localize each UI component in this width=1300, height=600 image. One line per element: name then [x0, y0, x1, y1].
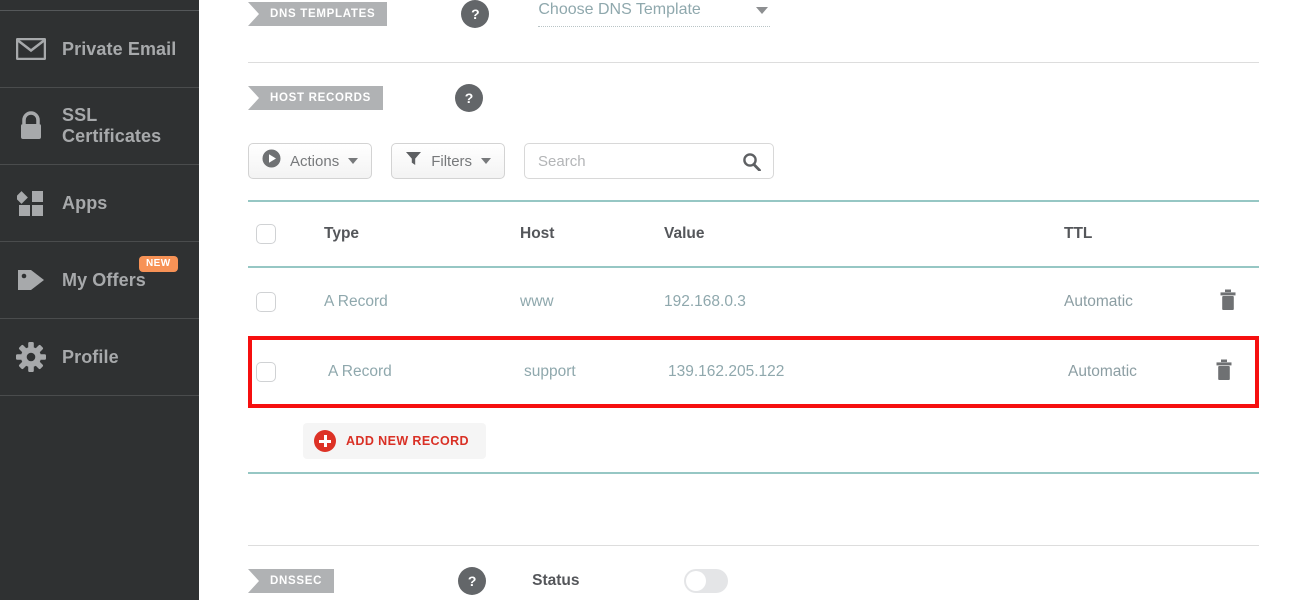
dnssec-help-icon[interactable]: ?: [458, 567, 486, 595]
filters-button-label: Filters: [431, 153, 472, 170]
sidebar-item-profile[interactable]: Profile: [0, 319, 199, 396]
actions-button[interactable]: Actions: [248, 143, 372, 179]
host-records-section: HOST RECORDS ?: [248, 84, 483, 112]
dnssec-label: DNSSEC: [248, 569, 334, 593]
sidebar-item-apps[interactable]: Apps: [0, 165, 199, 242]
column-header-ttl: TTL: [1064, 225, 1197, 243]
row-select-cell: [248, 292, 324, 312]
sidebar-empty-area: [0, 396, 199, 593]
cell-ttl: Automatic: [1064, 293, 1197, 311]
dns-management-page: Private Email SSL Certificates Apps My O…: [0, 0, 1300, 600]
toggle-knob: [686, 571, 706, 591]
dns-templates-label: DNS TEMPLATES: [248, 2, 387, 26]
actions-button-label: Actions: [290, 153, 339, 170]
cell-value: 192.168.0.3: [664, 293, 1064, 311]
cell-ttl: Automatic: [1068, 363, 1193, 381]
sidebar-item-my-offers[interactable]: My Offers NEW: [0, 242, 199, 319]
new-badge: NEW: [139, 256, 178, 272]
envelope-icon: [14, 32, 48, 66]
host-records-help-icon[interactable]: ?: [455, 84, 483, 112]
row-select-cell: [252, 362, 328, 382]
add-new-record-label: ADD NEW RECORD: [346, 434, 469, 448]
trash-icon: [1218, 289, 1238, 316]
flag-text: DNS TEMPLATES: [270, 8, 375, 20]
sidebar-item-label: Apps: [62, 193, 107, 214]
delete-record-button[interactable]: [1193, 359, 1255, 386]
apps-grid-icon: [14, 186, 48, 220]
divider-before-dnssec: [248, 545, 1259, 546]
sidebar-item-partial-top[interactable]: [0, 0, 199, 11]
chevron-down-icon: [481, 158, 491, 164]
column-header-value: Value: [664, 225, 1064, 243]
divider-teal-bottom: [248, 472, 1259, 474]
delete-record-button[interactable]: [1197, 289, 1259, 316]
search-input[interactable]: [525, 144, 730, 178]
divider-top: [248, 62, 1259, 63]
cell-value: 139.162.205.122: [668, 363, 1068, 381]
table-header-row: Type Host Value TTL: [248, 200, 1259, 268]
cell-host: support: [524, 363, 668, 381]
select-all-cell: [248, 224, 324, 244]
dnssec-status-toggle[interactable]: [684, 569, 728, 593]
main-content: DNS TEMPLATES ? Choose DNS Template HOST…: [199, 0, 1300, 600]
play-circle-icon: [262, 149, 281, 173]
chevron-down-icon: [756, 7, 768, 14]
sidebar-item-label: Private Email: [62, 39, 176, 60]
search-icon[interactable]: [742, 152, 761, 176]
tag-icon: [14, 263, 48, 297]
gear-icon: [14, 340, 48, 374]
sidebar: Private Email SSL Certificates Apps My O…: [0, 0, 199, 600]
cell-type: A Record: [328, 363, 524, 381]
dnssec-section: DNSSEC ? Status: [248, 567, 728, 595]
cell-host: www: [520, 293, 664, 311]
flag-text: HOST RECORDS: [270, 92, 371, 104]
help-glyph: ?: [468, 573, 477, 589]
help-glyph: ?: [465, 90, 474, 106]
column-header-host: Host: [520, 225, 664, 243]
plus-circle-icon: [314, 430, 336, 452]
sidebar-item-label: Profile: [62, 347, 119, 368]
add-new-record-button[interactable]: ADD NEW RECORD: [303, 423, 486, 459]
select-all-checkbox[interactable]: [256, 224, 276, 244]
sidebar-item-label: My Offers: [62, 270, 146, 291]
dnssec-status-label: Status: [532, 572, 579, 590]
host-records-label: HOST RECORDS: [248, 86, 383, 110]
sidebar-item-private-email[interactable]: Private Email: [0, 11, 199, 88]
filters-button[interactable]: Filters: [391, 143, 505, 179]
sidebar-item-label: SSL Certificates: [62, 105, 199, 147]
flag-text: DNSSEC: [270, 575, 322, 587]
row-checkbox[interactable]: [256, 292, 276, 312]
table-row[interactable]: A Record www 192.168.0.3 Automatic: [248, 268, 1259, 336]
dns-templates-help-icon[interactable]: ?: [461, 0, 489, 28]
chevron-down-icon: [348, 158, 358, 164]
dns-template-underline: [538, 26, 770, 27]
dns-templates-section: DNS TEMPLATES ? Choose DNS Template: [248, 0, 770, 28]
search-box[interactable]: [524, 143, 774, 179]
row-checkbox[interactable]: [256, 362, 276, 382]
lock-icon: [14, 109, 48, 143]
help-glyph: ?: [471, 6, 480, 22]
host-records-table: Type Host Value TTL A Record www 192.168…: [248, 200, 1259, 408]
trash-icon: [1214, 359, 1234, 386]
table-row[interactable]: A Record support 139.162.205.122 Automat…: [248, 336, 1259, 408]
funnel-icon: [405, 150, 422, 172]
dns-template-select[interactable]: Choose DNS Template: [538, 1, 770, 27]
sidebar-item-ssl-certificates[interactable]: SSL Certificates: [0, 88, 199, 165]
dns-template-select-value: Choose DNS Template: [538, 1, 770, 26]
column-header-type: Type: [324, 225, 520, 243]
records-toolbar: Actions Filters: [248, 143, 774, 179]
cell-type: A Record: [324, 293, 520, 311]
